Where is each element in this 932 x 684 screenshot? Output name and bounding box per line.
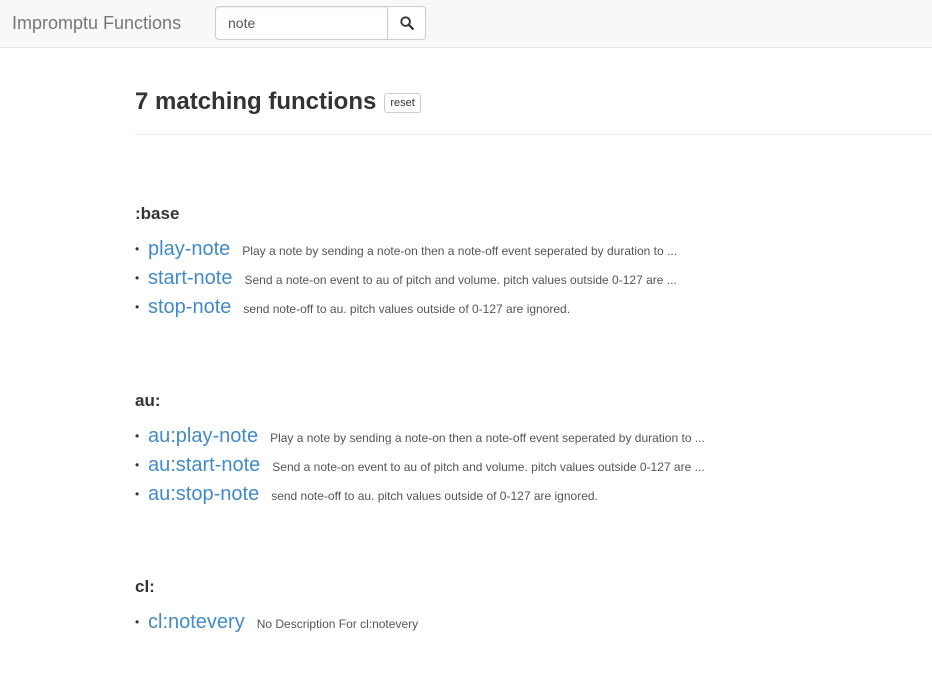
group-base: :base • play-note Play a note by sending… [135,203,677,321]
function-list: • au:play-note Play a note by sending a … [135,421,705,508]
bullet: • [135,428,140,443]
function-list: • cl:notevery No Description For cl:note… [135,607,418,636]
list-item: • au:stop-note send note-off to au. pitc… [135,479,705,508]
list-item: • play-note Play a note by sending a not… [135,234,677,263]
function-description: send note-off to au. pitch values outsid… [243,301,571,316]
bullet: • [135,614,140,629]
function-link[interactable]: au:play-note [148,424,258,448]
function-link[interactable]: start-note [148,266,232,290]
group-cl: cl: • cl:notevery No Description For cl:… [135,576,418,636]
function-list: • play-note Play a note by sending a not… [135,234,677,321]
function-description: Play a note by sending a note-on then a … [242,243,678,258]
list-item: • cl:notevery No Description For cl:note… [135,607,418,636]
bullet: • [135,270,140,285]
search-icon [399,16,414,30]
brand-link[interactable]: Impromptu Functions [12,12,181,34]
list-item: • au:play-note Play a note by sending a … [135,421,705,450]
function-link[interactable]: au:start-note [148,453,260,477]
search-button[interactable] [387,6,426,40]
function-description: Send a note-on event to au of pitch and … [272,459,705,474]
results-header: 7 matching functions reset [135,87,421,117]
function-link[interactable]: play-note [148,237,230,261]
bullet: • [135,299,140,314]
function-description: send note-off to au. pitch values outsid… [271,488,598,503]
divider [135,134,932,135]
list-item: • au:start-note Send a note-on event to … [135,450,705,479]
page-title: 7 matching functions [135,88,377,115]
bullet: • [135,457,140,472]
group-title: au: [135,391,161,410]
navbar: Impromptu Functions [0,0,932,48]
function-description: Send a note-on event to au of pitch and … [244,272,677,287]
reset-button[interactable]: reset [384,93,421,113]
function-link[interactable]: au:stop-note [148,482,259,506]
list-item: • start-note Send a note-on event to au … [135,263,677,292]
search-input[interactable] [215,6,387,40]
list-item: • stop-note send note-off to au. pitch v… [135,292,677,321]
search-form [215,6,426,40]
group-au: au: • au:play-note Play a note by sendin… [135,390,705,508]
function-description: No Description For cl:notevery [256,616,419,631]
function-description: Play a note by sending a note-on then a … [270,430,705,445]
group-title: :base [135,204,180,223]
group-title: cl: [135,577,155,596]
bullet: • [135,241,140,256]
function-link[interactable]: cl:notevery [148,610,245,634]
bullet: • [135,486,140,501]
function-link[interactable]: stop-note [148,295,231,319]
